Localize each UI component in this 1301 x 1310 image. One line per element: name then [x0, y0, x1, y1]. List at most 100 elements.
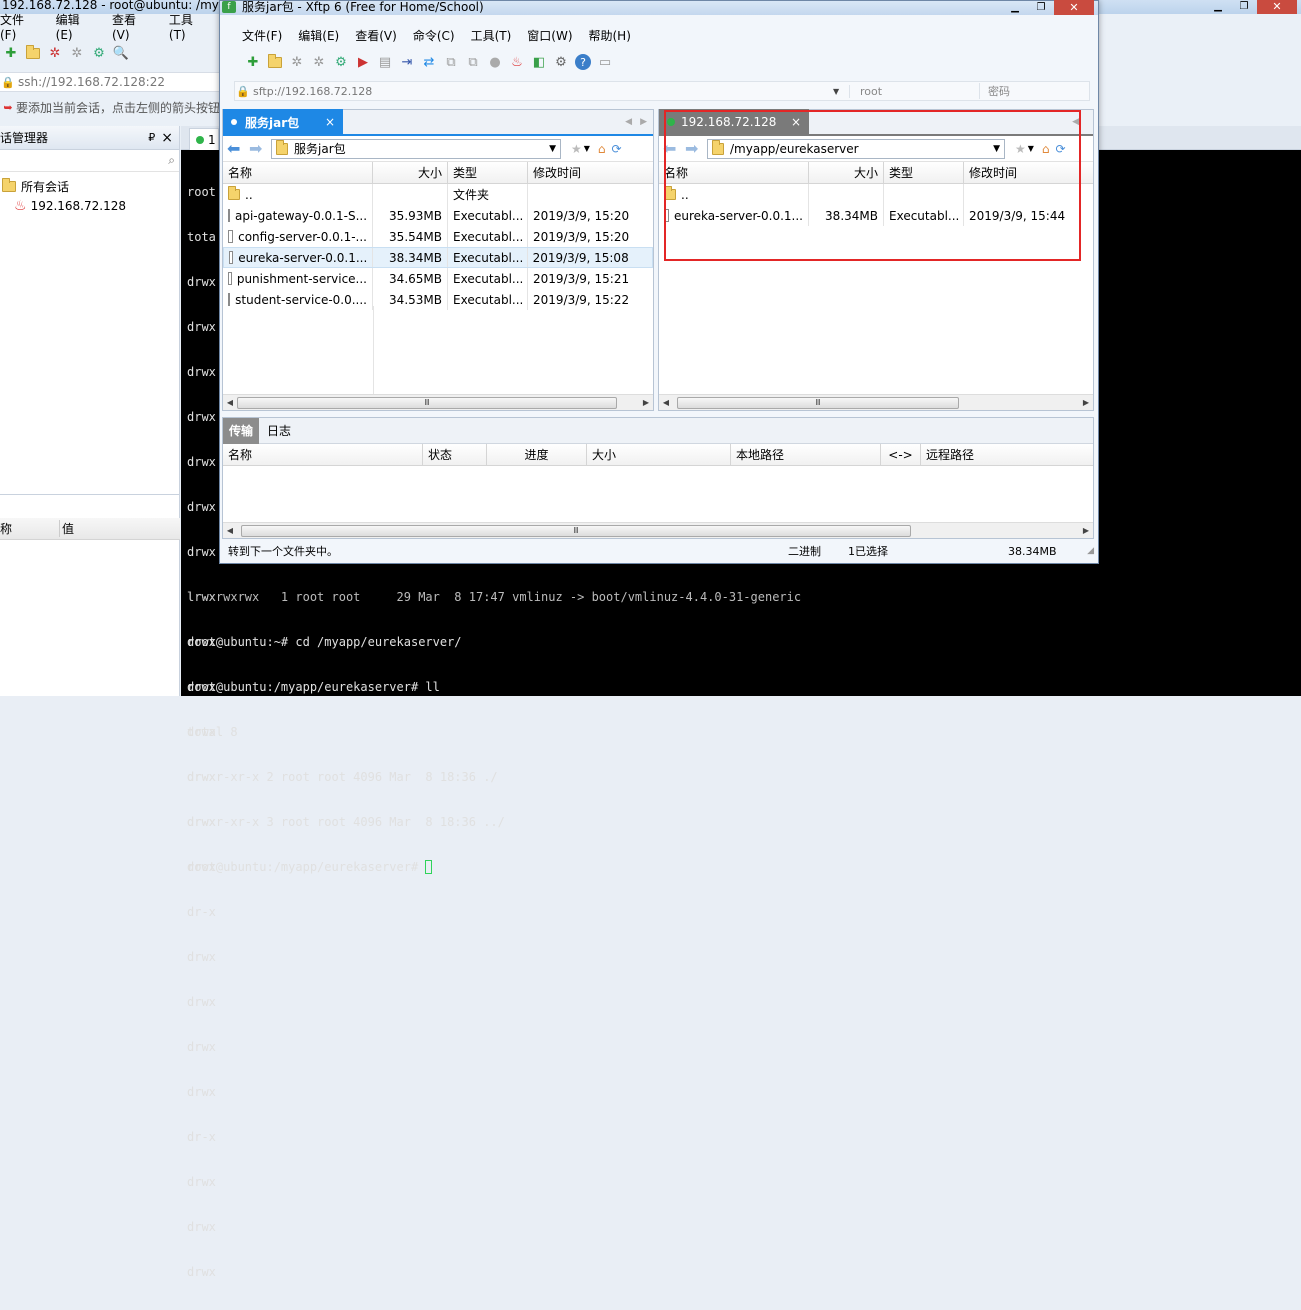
terminal-cursor[interactable] [425, 860, 433, 874]
transfer-col-progress[interactable]: 进度 [487, 444, 587, 465]
log-tab[interactable]: 日志 [267, 422, 291, 439]
xshell-menu-file[interactable]: 文件(F) [0, 11, 40, 42]
scroll-right-icon[interactable]: ▶ [639, 398, 653, 407]
local-path-dropdown-icon[interactable]: ▼ [549, 144, 556, 154]
media-icon[interactable]: ▶ [352, 51, 374, 73]
scroll-right-icon[interactable]: ▶ [1079, 398, 1093, 407]
xshell-menu-edit[interactable]: 编辑(E) [56, 11, 96, 42]
xftp-address-text[interactable]: sftp://192.168.72.128 [253, 85, 833, 98]
list-item[interactable]: .. 文件夹 [223, 184, 653, 205]
disconnect-icon[interactable]: ✲ [66, 42, 88, 64]
session-search-icon[interactable]: ⌕ [168, 153, 175, 168]
copy-icon[interactable]: ⧉ [440, 51, 462, 73]
local-tab-next-icon[interactable]: ▶ [640, 117, 647, 127]
document-icon[interactable]: ▤ [374, 51, 396, 73]
paste-icon[interactable]: ⧉ [462, 51, 484, 73]
transfer-hscrollbar[interactable]: ◀ Ⅲ ▶ [223, 522, 1093, 538]
xshell-maximize-button[interactable]: ❐ [1231, 0, 1257, 14]
user-field[interactable]: root [849, 84, 979, 98]
terminal-tab[interactable]: 1 [189, 128, 219, 150]
session-search[interactable]: ⌕ [0, 150, 179, 172]
scroll-left-icon[interactable]: ◀ [223, 526, 237, 535]
remote-hscrollbar[interactable]: ◀ Ⅲ ▶ [659, 394, 1093, 410]
scroll-left-icon[interactable]: ◀ [659, 398, 673, 407]
tree-item-session[interactable]: ♨ 192.168.72.128 [0, 196, 179, 216]
sync-icon[interactable]: ⇄ [418, 51, 440, 73]
pin-icon[interactable]: ₽ [148, 131, 155, 144]
local-tab-close-button[interactable]: × [325, 115, 335, 129]
chat-icon[interactable]: ▭ [594, 51, 616, 73]
transfer-tab[interactable]: 传输 [223, 417, 259, 444]
xshell-launch-icon[interactable]: ♨ [506, 51, 528, 73]
session-manager-close-button[interactable]: × [161, 130, 173, 146]
open-folder-icon[interactable] [22, 42, 44, 64]
list-item[interactable]: student-service-0.0.... 34.53MB Executab… [223, 289, 653, 310]
xftp-maximize-button[interactable]: ❐ [1028, 0, 1054, 15]
search-icon[interactable]: 🔍 [110, 42, 132, 64]
scroll-left-icon[interactable]: ◀ [223, 398, 237, 407]
connect-icon[interactable]: ✲ [44, 42, 66, 64]
list-item[interactable]: config-server-0.0.1-... 35.54MB Executab… [223, 226, 653, 247]
xftp-menu-edit[interactable]: 编辑(E) [298, 27, 339, 44]
scroll-right-icon[interactable]: ▶ [1079, 526, 1093, 535]
local-back-icon[interactable]: ⬅ [227, 139, 249, 158]
xftp-menu-window[interactable]: 窗口(W) [527, 27, 572, 44]
xshell-minimize-button[interactable]: ▁ [1205, 0, 1231, 14]
local-tab[interactable]: 服务jar包 × [223, 109, 343, 135]
open-folder-icon[interactable] [264, 51, 286, 73]
download-icon[interactable]: ⇥ [396, 51, 418, 73]
arrow-hint-icon[interactable]: ➥ [0, 99, 16, 115]
transfer-col-status[interactable]: 状态 [423, 444, 487, 465]
terminal-line: drwx [187, 1040, 216, 1054]
local-tab-prev-icon[interactable]: ◀ [625, 117, 632, 127]
list-item[interactable]: api-gateway-0.0.1-S... 35.93MB Executabl… [223, 205, 653, 226]
scroll-thumb[interactable]: Ⅲ [241, 524, 911, 537]
xftp-menu-view[interactable]: 查看(V) [355, 27, 397, 44]
transfer-col-size[interactable]: 大小 [587, 444, 731, 465]
list-item-selected[interactable]: eureka-server-0.0.1... 38.34MB Executabl… [223, 247, 653, 268]
local-favorite-dropdown-icon[interactable]: ▼ [584, 144, 590, 153]
local-hscrollbar[interactable]: ◀ Ⅲ ▶ [223, 394, 653, 410]
xshell-close-button[interactable]: ✕ [1257, 0, 1297, 14]
list-item[interactable]: punishment-service... 34.65MB Executabl.… [223, 268, 653, 289]
xftp-close-button[interactable]: ✕ [1054, 0, 1094, 15]
new-session-icon[interactable]: ✚ [0, 42, 22, 64]
local-path-box[interactable]: 服务jar包 ▼ [271, 138, 561, 159]
transfer-col-direction[interactable]: <-> [881, 444, 921, 465]
help-icon[interactable]: ? [575, 54, 591, 70]
properties-icon[interactable]: ⚙ [330, 51, 352, 73]
xftp-launch-icon[interactable]: ◧ [528, 51, 550, 73]
xftp-menu-tools[interactable]: 工具(T) [471, 27, 512, 44]
record-icon[interactable]: ● [484, 51, 506, 73]
transfer-col-local-path[interactable]: 本地路径 [731, 444, 881, 465]
scroll-thumb[interactable]: Ⅲ [677, 396, 959, 409]
scroll-thumb[interactable]: Ⅲ [237, 396, 617, 409]
local-col-mtime[interactable]: 修改时间 [528, 162, 653, 183]
address-dropdown-icon[interactable]: ▼ [833, 87, 849, 96]
transfer-col-remote-path[interactable]: 远程路径 [921, 444, 1093, 465]
local-col-type[interactable]: 类型 [448, 162, 528, 183]
settings-icon[interactable]: ⚙ [550, 51, 572, 73]
local-home-icon[interactable]: ⌂ [598, 142, 606, 156]
xshell-menu-view[interactable]: 查看(V) [112, 11, 153, 42]
connect-icon[interactable]: ✲ [286, 51, 308, 73]
xftp-menu-file[interactable]: 文件(F) [242, 27, 282, 44]
tree-item-all-sessions[interactable]: 所有会话 [0, 176, 179, 196]
disconnect-icon[interactable]: ✲ [308, 51, 330, 73]
local-col-size[interactable]: 大小 [373, 162, 448, 183]
props-value-col: 值 [62, 522, 75, 536]
xshell-address-text[interactable]: ssh://192.168.72.128:22 [18, 75, 165, 89]
resize-grip-icon[interactable]: ◢ [1087, 546, 1094, 556]
local-col-name[interactable]: 名称 [223, 162, 373, 183]
xftp-menu-command[interactable]: 命令(C) [413, 27, 455, 44]
properties-icon[interactable]: ⚙ [88, 42, 110, 64]
transfer-col-name[interactable]: 名称 [223, 444, 423, 465]
password-field[interactable]: 密码 [979, 83, 1010, 99]
local-forward-icon[interactable]: ➡ [249, 139, 271, 158]
new-session-icon[interactable]: ✚ [242, 51, 264, 73]
xshell-menu-tools[interactable]: 工具(T) [169, 11, 209, 42]
local-refresh-icon[interactable]: ⟳ [612, 142, 622, 156]
xftp-menu-help[interactable]: 帮助(H) [589, 27, 631, 44]
xftp-minimize-button[interactable]: ▁ [1002, 0, 1028, 15]
local-favorite-icon[interactable]: ★ [571, 142, 582, 156]
